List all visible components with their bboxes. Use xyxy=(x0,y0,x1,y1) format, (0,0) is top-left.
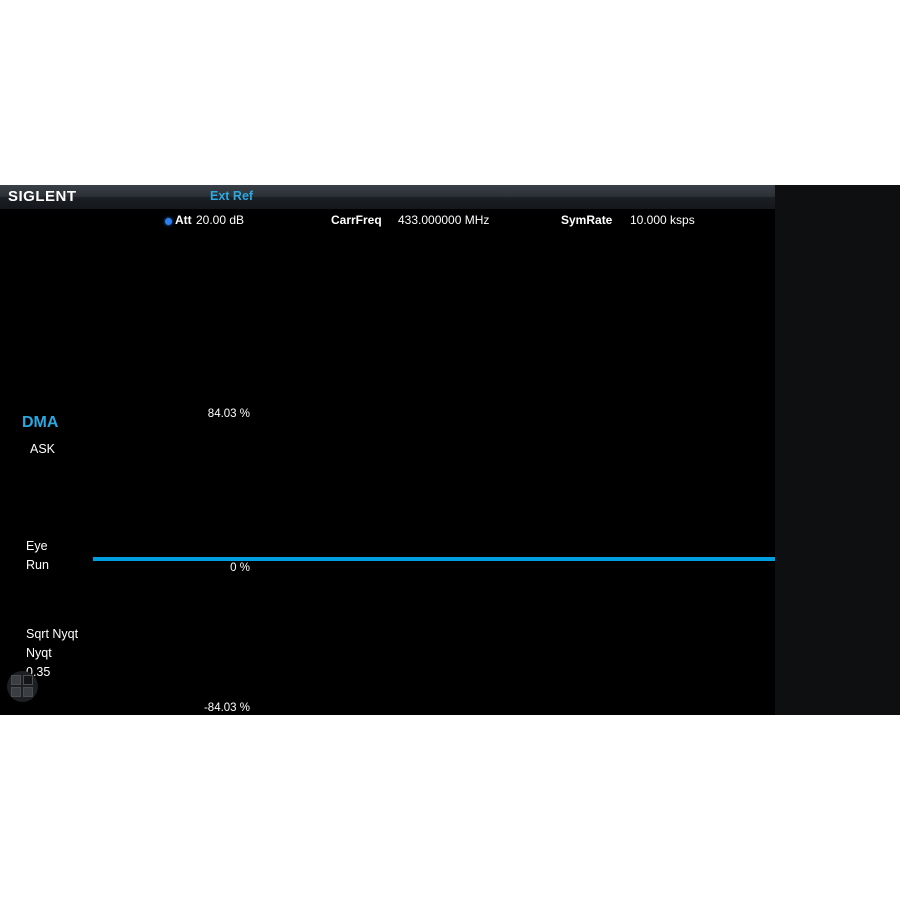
modulation-type-label: ASK xyxy=(30,442,56,456)
x-axis-min-label: -1 xyxy=(256,727,267,739)
avg-label: AVG xyxy=(26,753,52,767)
eye-diagram-plot[interactable] xyxy=(255,415,608,721)
title-bar: SIGLENT Ext Ref xyxy=(0,185,775,209)
info-bar: Att 20.00 dB CarrFreq 433.000000 MHz Sym… xyxy=(0,209,775,231)
att-label: Att xyxy=(175,213,192,227)
symrate-value[interactable]: 10.000 ksps xyxy=(630,213,695,227)
attenuator-status-dot xyxy=(165,218,172,225)
siglent-logo: SIGLENT xyxy=(8,188,77,205)
softkey-menu xyxy=(775,185,900,715)
y-axis-mid-label: 0 % xyxy=(230,562,250,574)
x-axis-max-label: 1 xyxy=(596,727,603,739)
symrate-label: SymRate xyxy=(561,213,613,227)
section-divider xyxy=(93,557,775,561)
y-axis-max-label: 84.03 % xyxy=(207,408,250,420)
avg-value: 10 xyxy=(26,772,40,786)
grid-menu-icon[interactable] xyxy=(7,671,38,702)
carrfreq-label: CarrFreq xyxy=(331,213,382,227)
ext-ref-status: Ext Ref xyxy=(210,189,254,203)
x-axis-title: Symbols xyxy=(409,727,454,739)
run-state-label: Run xyxy=(26,558,49,572)
instrument-screen: SIGLENT Ext Ref Att 20.00 dB CarrFreq 43… xyxy=(0,185,900,786)
carrfreq-value[interactable]: 433.000000 MHz xyxy=(398,213,489,227)
y-axis-min-label: -84.03 % xyxy=(203,702,250,714)
att-value[interactable]: 20.00 dB xyxy=(196,213,244,227)
filter-ref-label: Nyqt xyxy=(26,646,52,660)
filter-type-label: Sqrt Nyqt xyxy=(26,627,79,641)
demod-mode-label: DMA xyxy=(22,414,59,431)
view-type-label: Eye xyxy=(26,539,48,553)
